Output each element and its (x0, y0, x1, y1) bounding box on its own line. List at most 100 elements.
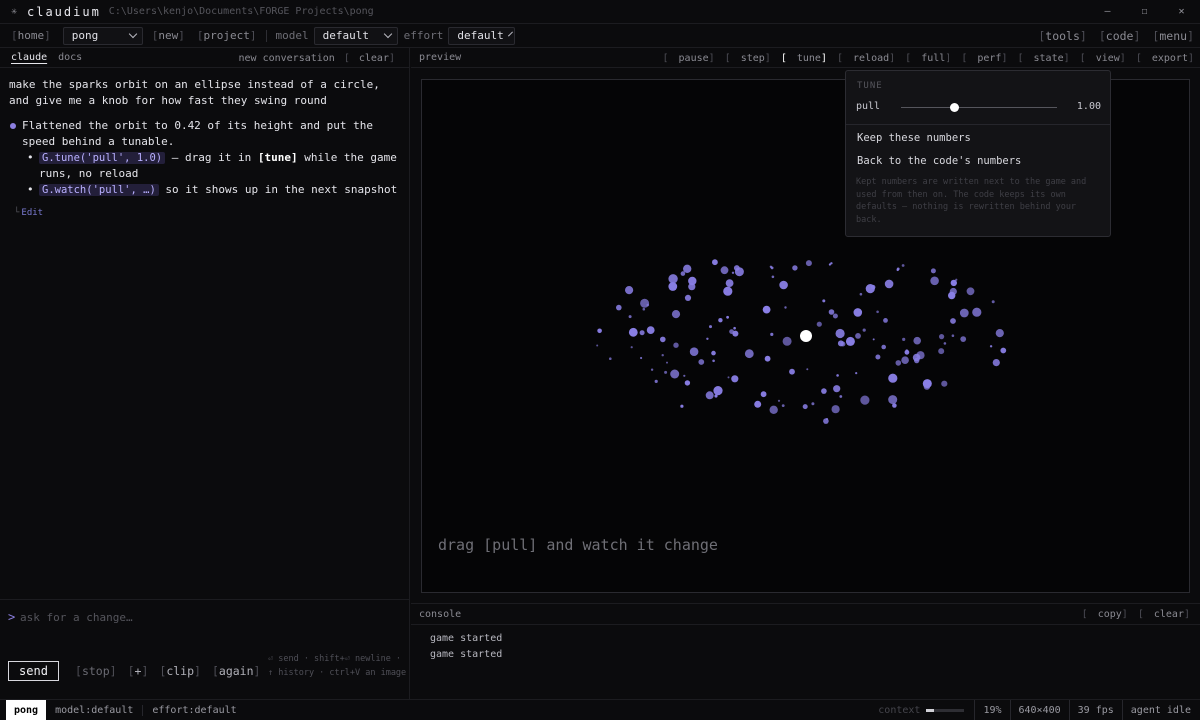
prompt-input[interactable]: ask for a change… (20, 611, 133, 624)
maximize-icon[interactable]: ☐ (1126, 0, 1163, 24)
spark (888, 395, 898, 405)
code-chip: G.tune('pull', 1.0) (39, 152, 166, 164)
keep-numbers-button[interactable]: Keep these numbers (857, 132, 971, 144)
spark (762, 305, 771, 314)
context-meter-fill (926, 709, 934, 712)
spark (881, 344, 886, 350)
perf-button[interactable]: perf (961, 53, 1007, 64)
spark (705, 391, 714, 400)
console-line: game started (430, 633, 503, 644)
send-button[interactable]: send (8, 661, 59, 681)
spark (831, 405, 840, 414)
spark (995, 329, 1004, 338)
edit-link[interactable]: └ Edit (14, 205, 399, 221)
project-button[interactable]: project (197, 29, 257, 42)
spark (826, 418, 828, 420)
tab-claude[interactable]: claude (11, 52, 47, 63)
spark (930, 276, 939, 286)
spark (725, 279, 734, 287)
effort-select[interactable]: default (448, 26, 516, 45)
step-button[interactable]: step (725, 53, 771, 64)
spark (646, 326, 655, 334)
spark (684, 380, 691, 386)
spark (805, 260, 812, 267)
console-bar: console copy clear (411, 604, 1200, 625)
clear-chat-button[interactable]: clear (344, 53, 395, 64)
copy-button[interactable]: copy (1082, 609, 1128, 620)
slider-knob[interactable] (949, 103, 959, 112)
again-button[interactable]: again (212, 664, 261, 678)
tools-button[interactable]: tools (1038, 29, 1087, 43)
status-bar: pong model:default effort:default contex… (0, 699, 1200, 720)
spark (760, 391, 767, 398)
spark (792, 265, 798, 271)
view-button[interactable]: view (1080, 53, 1126, 64)
spark (832, 313, 838, 319)
stop-button[interactable]: stop (75, 664, 117, 678)
model-select[interactable]: default (313, 26, 398, 45)
tune-button[interactable]: tune (781, 53, 827, 64)
spark (860, 395, 870, 405)
title-bar: ✳ claudium C:\Users\kenjo\Documents\FORG… (0, 0, 1200, 24)
close-icon[interactable]: ✕ (1163, 0, 1200, 24)
context-percent: 19% (974, 700, 1009, 720)
menu-button[interactable]: menu (1152, 29, 1194, 43)
spark (731, 375, 739, 383)
new-conversation-button[interactable]: new conversation (239, 53, 335, 64)
spark (711, 350, 716, 356)
spark (698, 359, 705, 365)
list-item: G.watch('pull', …) so it shows up in the… (24, 182, 399, 198)
spark (625, 286, 634, 295)
minimize-icon[interactable]: – (1089, 0, 1126, 24)
spark (837, 340, 844, 347)
spark (727, 376, 730, 379)
spark (943, 342, 947, 345)
export-button[interactable]: export (1136, 53, 1194, 64)
spark (671, 310, 681, 319)
spark (855, 372, 858, 375)
tab-docs[interactable]: docs (58, 52, 82, 63)
spark (938, 348, 945, 355)
chevron-down-icon (383, 29, 392, 39)
spark (862, 328, 866, 332)
game-message: drag [pull] and watch it change (438, 536, 718, 554)
spark (941, 380, 948, 387)
home-button[interactable]: home (11, 29, 51, 42)
spark (683, 264, 692, 273)
chevron-down-icon (507, 31, 513, 37)
spark (1000, 347, 1007, 354)
revert-numbers-button[interactable]: Back to the code's numbers (857, 155, 1021, 167)
spark (640, 356, 643, 360)
spark (712, 359, 715, 363)
spark (630, 346, 633, 349)
spark (822, 299, 826, 303)
spark (744, 349, 754, 359)
spark (668, 274, 678, 284)
model-select-value: default (322, 29, 369, 42)
full-button[interactable]: full (905, 53, 951, 64)
chat-log: make the sparks orbit on an ellipse inst… (0, 68, 409, 221)
tune-param-row: pull 1.00 (856, 101, 1101, 115)
chevron-down-icon (128, 29, 137, 39)
code-button[interactable]: code (1099, 29, 1141, 43)
spark (771, 275, 775, 279)
spark (991, 300, 995, 304)
spark (642, 307, 646, 311)
plus-button[interactable]: + (128, 664, 149, 678)
pull-slider[interactable] (901, 107, 1057, 108)
spark (914, 357, 920, 364)
spark (816, 321, 822, 327)
pause-button[interactable]: pause (663, 53, 715, 64)
spark (640, 298, 650, 308)
context-label: context (878, 705, 921, 716)
clear-console-button[interactable]: clear (1138, 609, 1190, 620)
project-select[interactable]: pong (62, 26, 143, 45)
new-button[interactable]: new (152, 29, 185, 42)
state-button[interactable]: state (1017, 53, 1069, 64)
clip-button[interactable]: clip (159, 664, 201, 678)
spark (835, 328, 845, 339)
fps-counter: 39 fps (1068, 700, 1122, 720)
reload-button[interactable]: reload (837, 53, 895, 64)
app-name: claudium (27, 4, 101, 19)
prompt-actions: send stop + clip again (8, 661, 260, 681)
